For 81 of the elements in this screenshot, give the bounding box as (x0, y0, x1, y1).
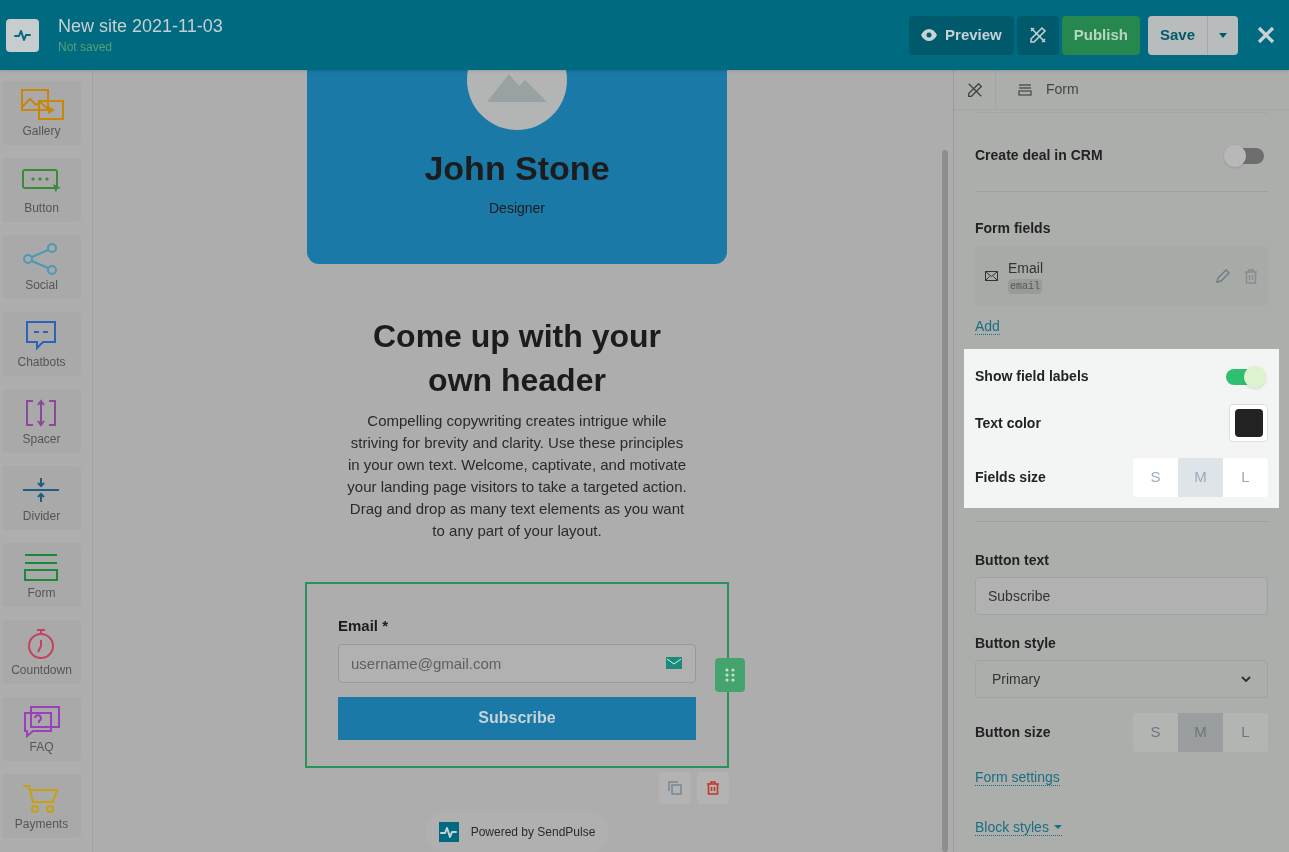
block-label: Gallery (22, 123, 61, 139)
mountain-icon (487, 72, 547, 102)
breadcrumb-label: Form (1046, 80, 1079, 99)
block-styles-link[interactable]: Block styles (975, 819, 1062, 836)
block-label: Divider (22, 508, 61, 524)
button-text-input[interactable]: Subscribe (975, 577, 1268, 615)
block-tile[interactable]: FAQ (2, 697, 81, 761)
block-tile[interactable]: Spacer (2, 389, 81, 453)
save-options-button[interactable] (1207, 15, 1238, 55)
form-icon (1018, 83, 1032, 96)
block-label: Social (25, 277, 58, 293)
field-label: Email * (338, 616, 390, 637)
block-label: Payments (14, 816, 69, 832)
block-tile[interactable]: Gallery (2, 81, 81, 145)
design-tools-button[interactable] (1016, 15, 1059, 55)
pencil-icon[interactable] (1215, 268, 1230, 284)
grip-icon (725, 668, 735, 683)
block-tile[interactable]: Button (2, 158, 81, 222)
trash-icon[interactable] (1244, 268, 1258, 284)
setting-label: Button size (975, 723, 1051, 742)
section-paragraph: Compelling copywriting creates intrigue while striving for brevity and clarity. Use these principles in your own text. Welcome, captivate, and motivate your landing page visitors to take a targeted action. Drag and drop as many text elements as you want to any part of your layout. (346, 411, 688, 542)
form-field-item[interactable]: Email email (975, 246, 1268, 306)
pencil-ruler-icon (1027, 25, 1048, 45)
size-option[interactable]: M (1178, 458, 1223, 497)
block-tile[interactable]: Form (2, 543, 81, 607)
chevron-down-icon (1241, 676, 1251, 682)
powered-by-text: Powered by SendPulse (470, 824, 596, 842)
section-title: Form fields (975, 219, 1052, 238)
save-button[interactable]: Save (1147, 15, 1207, 55)
profile-name: John Stone (424, 148, 610, 188)
field-name: Email (1008, 259, 1043, 278)
drag-handle[interactable] (715, 658, 745, 693)
publish-button[interactable]: Publish (1061, 15, 1140, 55)
copy-icon (668, 781, 682, 796)
block-tile[interactable]: Payments (2, 774, 81, 838)
setting-label: Show field labels (975, 367, 1089, 386)
subscribe-button[interactable]: Subscribe (338, 696, 696, 740)
preview-button[interactable]: Preview (909, 15, 1014, 55)
block-tile[interactable]: Chatbots (2, 312, 81, 376)
setting-label: Fields size (975, 468, 1046, 487)
setting-label: Create deal in CRM (975, 146, 1103, 165)
size-option[interactable]: L (1223, 713, 1268, 752)
block-tile[interactable]: Countdown (2, 620, 81, 684)
save-status: Not saved (58, 39, 114, 56)
size-option[interactable]: L (1223, 458, 1268, 497)
block-label: Button (24, 200, 59, 216)
delete-button[interactable] (697, 772, 729, 805)
size-option[interactable]: S (1133, 713, 1178, 752)
envelope-icon (985, 271, 998, 281)
pencil-ruler-icon (965, 80, 984, 99)
close-icon (1257, 26, 1275, 44)
link-label: Block styles (975, 819, 1049, 835)
caret-icon (1053, 825, 1062, 829)
button-style-select[interactable]: Primary (975, 660, 1268, 698)
block-label: Countdown (11, 662, 72, 678)
block-tile[interactable]: Divider (2, 466, 81, 530)
size-option[interactable]: S (1133, 458, 1178, 497)
block-label: Form (27, 585, 56, 601)
toggle-switch[interactable] (1226, 368, 1264, 385)
eye-icon (921, 29, 938, 41)
form-settings-link[interactable]: Form settings (975, 769, 1060, 786)
caret-icon (1219, 32, 1227, 38)
close-button[interactable] (1255, 24, 1277, 46)
email-input[interactable]: username@gmail.com (338, 643, 696, 683)
section-heading: Come up with your own header (372, 317, 662, 401)
form-block[interactable]: Email * username@gmail.com Subscribe (305, 582, 729, 769)
block-label: Spacer (22, 431, 61, 447)
block-label: FAQ (29, 739, 54, 755)
field-key: email (1008, 279, 1042, 294)
profile-role: Designer (489, 199, 545, 218)
setting-label: Button text (975, 551, 1050, 570)
trash-icon (706, 781, 720, 796)
duplicate-button[interactable] (659, 772, 691, 805)
site-title: New site 2021-11-03 (58, 15, 223, 38)
block-tile[interactable]: Social (2, 235, 81, 299)
setting-label: Button style (975, 634, 1057, 653)
toggle-switch[interactable] (1226, 147, 1264, 164)
setting-label: Text color (975, 413, 1041, 433)
add-field-link[interactable]: Add (975, 318, 1000, 335)
app-logo[interactable] (6, 18, 39, 52)
block-label: Chatbots (17, 354, 66, 370)
